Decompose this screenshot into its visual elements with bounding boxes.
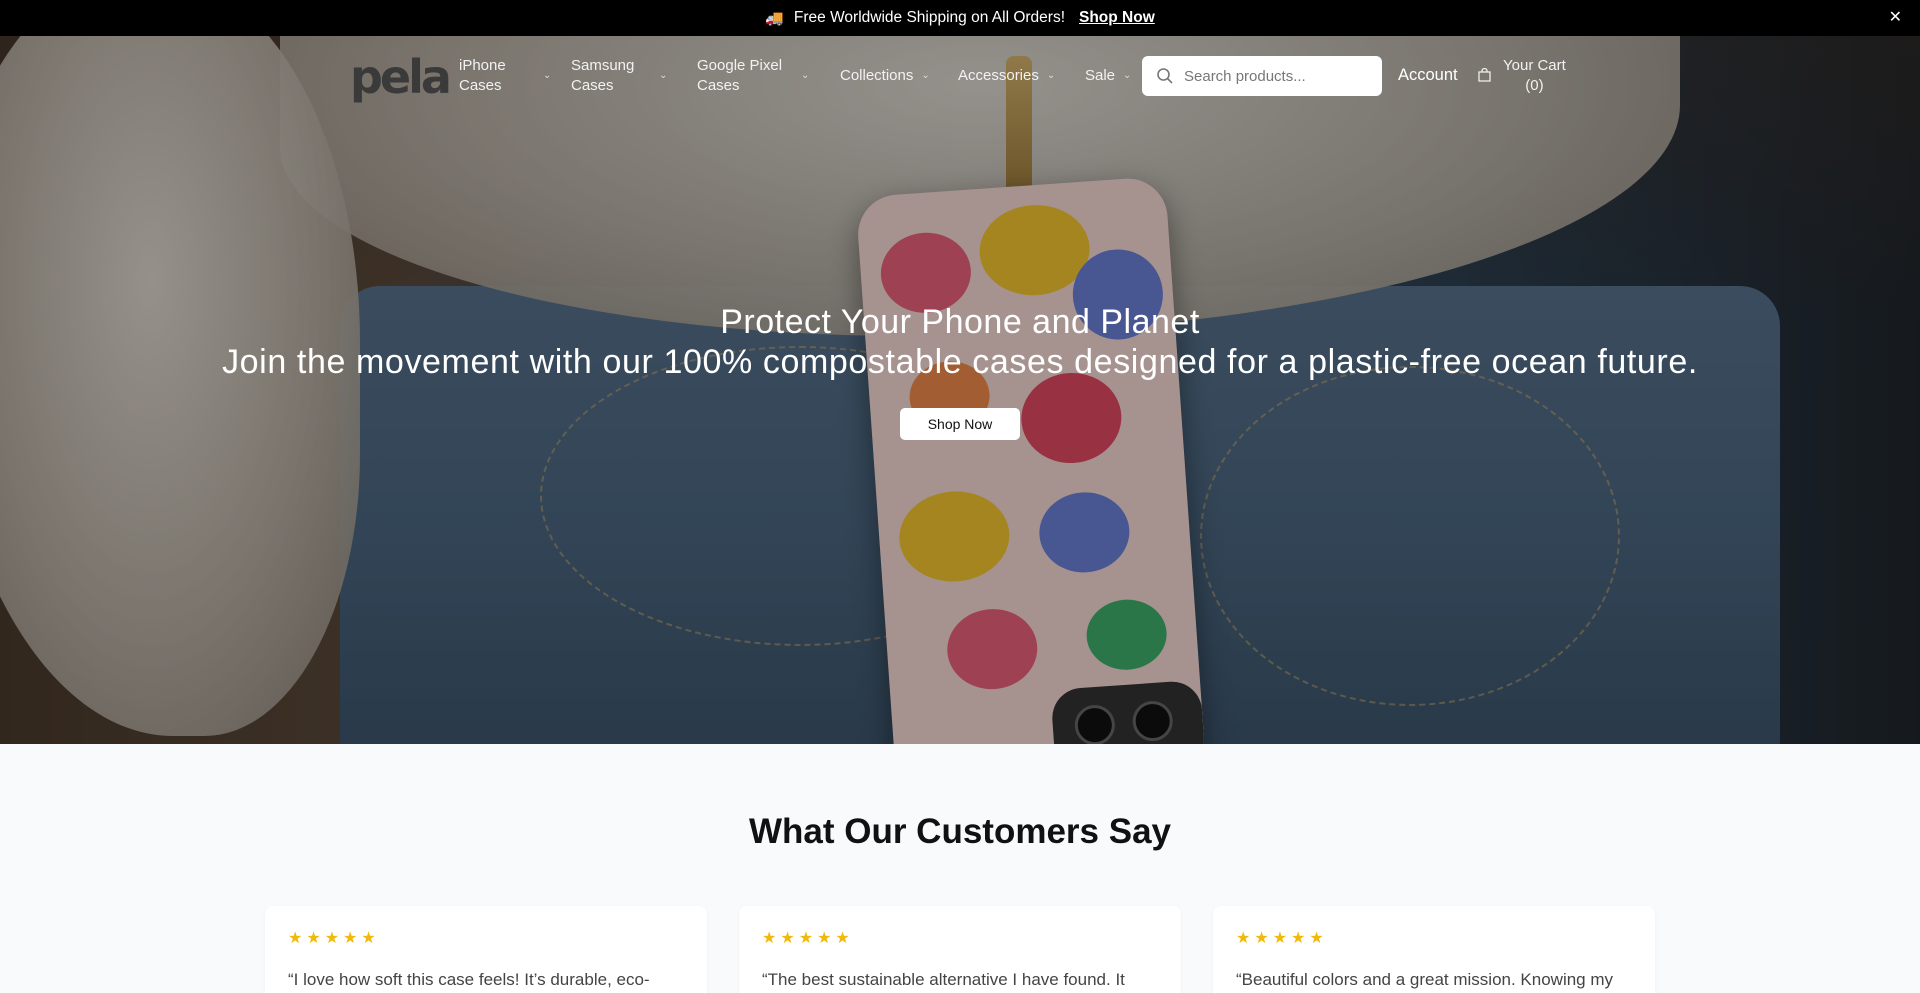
- chevron-down-icon: ⌄: [543, 70, 552, 81]
- cart-label: Your Cart: [1503, 57, 1566, 74]
- hero-banner: [0, 36, 1920, 744]
- nav-sale[interactable]: Sale ⌄: [1085, 66, 1131, 86]
- chevron-down-icon: ⌄: [921, 70, 930, 81]
- hero-subtitle: Join the movement with our 100% composta…: [222, 343, 1698, 381]
- chevron-down-icon: ⌄: [1046, 70, 1056, 81]
- nav-collections[interactable]: Collections ⌄: [840, 66, 930, 86]
- chevron-down-icon: ⌄: [801, 70, 810, 81]
- search-icon: [1157, 68, 1173, 84]
- star-rating: ★★★★★: [1236, 930, 1328, 947]
- hero-title: Protect Your Phone and Planet: [720, 303, 1200, 341]
- testimonial-card: ★★★★★ “The best sustainable alternative …: [739, 906, 1181, 993]
- pela-logo[interactable]: pela: [350, 54, 452, 100]
- cart-count: (0): [1525, 77, 1544, 94]
- announcement-bar: 🚚 Free Worldwide Shipping on All Orders!…: [0, 0, 1920, 36]
- testimonial-quote: “I love how soft this case feels! It’s d…: [288, 970, 650, 989]
- truck-icon: 🚚: [765, 10, 784, 27]
- testimonial-card: ★★★★★ “Beautiful colors and a great miss…: [1213, 906, 1655, 993]
- search-input[interactable]: [1184, 67, 1364, 85]
- star-rating: ★★★★★: [288, 930, 380, 947]
- star-rating: ★★★★★: [762, 930, 854, 947]
- testimonial-quote: “Beautiful colors and a great mission. K…: [1236, 970, 1614, 989]
- testimonial-card: ★★★★★ “I love how soft this case feels! …: [265, 906, 707, 993]
- testimonials-section: What Our Customers Say ★★★★★ “I love how…: [0, 744, 1920, 993]
- hero-text: Protect Your Phone and Planet Join the m…: [0, 302, 1920, 382]
- account-link[interactable]: Account: [1398, 66, 1458, 85]
- shopping-bag-icon: [1478, 68, 1491, 82]
- chevron-down-icon: ⌄: [1123, 70, 1132, 81]
- chevron-down-icon: ⌄: [659, 70, 668, 81]
- nav-google-pixel-cases[interactable]: Google Pixel Cases ⌄: [697, 56, 809, 96]
- close-icon[interactable]: ✕: [1889, 8, 1902, 28]
- site-header: pela iPhone Cases ⌄ Samsung Cases ⌄ Goog…: [0, 36, 1920, 116]
- testimonial-quote: “The best sustainable alternative I have…: [762, 970, 1125, 989]
- hero-shop-now-button[interactable]: Shop Now: [900, 408, 1020, 440]
- announcement-text: Free Worldwide Shipping on All Orders!: [793, 9, 1065, 26]
- search-box[interactable]: [1142, 56, 1382, 96]
- nav-samsung-cases[interactable]: Samsung Cases ⌄: [571, 56, 667, 96]
- cart-button[interactable]: Your Cart (0): [1478, 56, 1566, 96]
- nav-accessories[interactable]: Accessories ⌄: [958, 66, 1055, 86]
- nav-iphone-cases[interactable]: iPhone Cases ⌄: [459, 56, 551, 96]
- testimonials-title: What Our Customers Say: [748, 812, 1172, 851]
- announcement-shop-now-link[interactable]: Shop Now: [1079, 9, 1155, 27]
